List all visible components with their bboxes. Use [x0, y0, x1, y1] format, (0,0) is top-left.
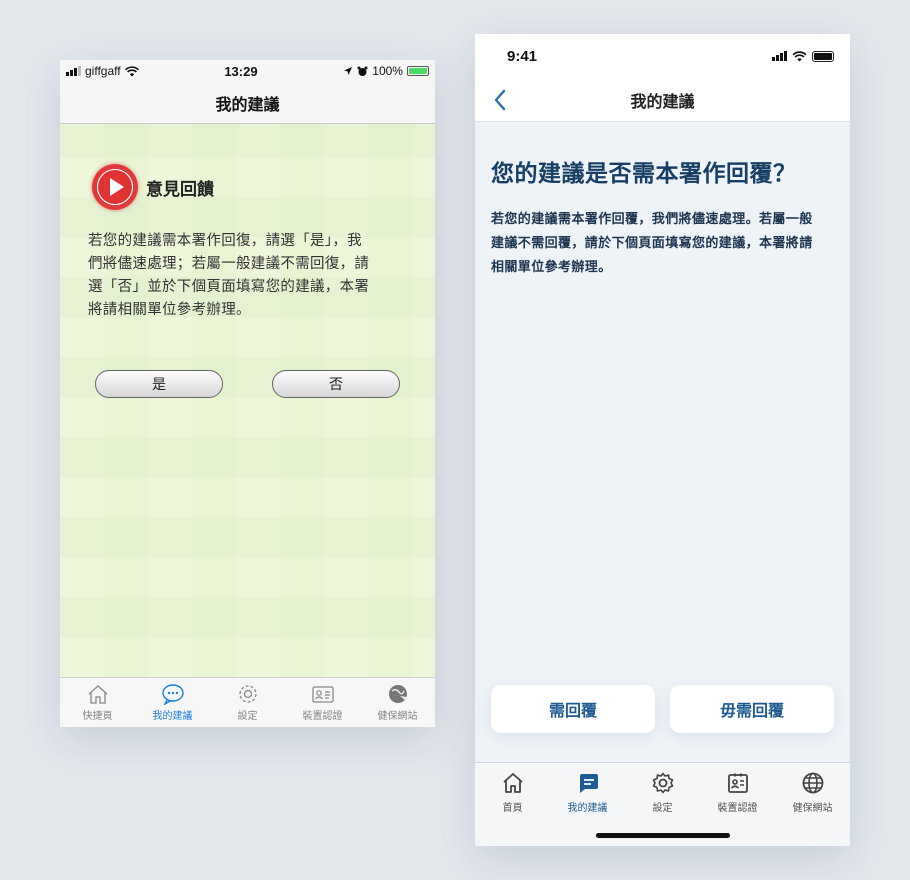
tab-my-suggestion[interactable]: 我的建議	[135, 683, 210, 722]
section-heading: 意見回饋	[92, 164, 214, 210]
no-button[interactable]: 否	[272, 370, 400, 398]
no-reply-button[interactable]: 毋需回覆	[670, 685, 834, 733]
tab-label: 快捷頁	[82, 711, 113, 722]
status-time: 13:29	[224, 63, 258, 79]
globe-icon	[388, 685, 407, 703]
nav-bar: 我的建議	[60, 82, 435, 124]
heading-text: 意見回饋	[146, 179, 214, 200]
description-line: 相關單位參考辦理。	[491, 260, 612, 275]
new-app-screen: 9:41 我的建議 您的建議是否需本署作回覆？ 若您的建議需本署作回覆，我們將儘…	[475, 34, 850, 846]
description-line: 將請相關單位參考辦理。	[88, 302, 251, 318]
tab-label: 裝置認證	[717, 803, 758, 814]
wifi-icon	[124, 65, 139, 76]
battery-percent: 100%	[372, 64, 403, 78]
description-line: 們將儘速處理；若屬一般建議不需回復，請	[88, 256, 370, 272]
tab-home[interactable]: 首頁	[475, 771, 550, 814]
home-icon	[88, 685, 107, 704]
description-line: 建議不需回覆，請於下個頁面填寫您的建議，本署將請	[491, 236, 813, 251]
wifi-icon	[792, 50, 807, 61]
description-line: 若您的建議需本署作回覆，我們將儘速處理。若屬一般	[491, 212, 813, 227]
tab-label: 設定	[652, 803, 673, 814]
tab-nhi-website[interactable]: 健保網站	[360, 683, 435, 722]
back-button[interactable]	[493, 88, 517, 112]
tab-my-suggestion[interactable]: 我的建議	[550, 771, 625, 814]
description-line: 選「否」並於下個頁面填寫您的建議，本署	[88, 279, 370, 295]
status-bar: 9:41	[475, 34, 850, 78]
chat-icon	[161, 684, 184, 705]
yes-button[interactable]: 是	[95, 370, 223, 398]
page-title: 我的建議	[630, 91, 695, 111]
signal-icon	[66, 66, 81, 76]
alarm-icon	[357, 66, 368, 76]
old-app-screen: giffgaff 13:29 100% 我的建議 意見回饋 若您的建議需本署作回…	[60, 60, 435, 727]
tab-bar: 首頁 我的建議 設定 裝置認證 健保網站	[475, 762, 850, 846]
tab-label: 設定	[237, 711, 258, 722]
message-icon	[579, 774, 598, 793]
need-reply-button[interactable]: 需回覆	[491, 685, 655, 733]
tab-device-auth[interactable]: 裝置認證	[285, 683, 360, 722]
carrier-name: giffgaff	[85, 64, 121, 78]
signal-icon	[772, 51, 787, 61]
tab-label: 我的建議	[152, 711, 193, 722]
tab-label: 首頁	[502, 803, 523, 814]
globe-icon	[802, 772, 823, 794]
tab-settings[interactable]: 設定	[625, 771, 700, 814]
id-card-icon	[311, 686, 334, 703]
tab-nhi-website[interactable]: 健保網站	[775, 771, 850, 814]
tab-device-auth[interactable]: 裝置認證	[700, 771, 775, 814]
id-card-icon	[727, 773, 748, 793]
chevron-left-icon	[494, 89, 506, 111]
tab-label: 健保網站	[792, 803, 833, 814]
status-bar: giffgaff 13:29 100%	[60, 60, 435, 82]
content-area: 您的建議是否需本署作回覆？ 若您的建議需本署作回覆，我們將儘速處理。若屬一般 建…	[475, 122, 850, 280]
tab-label: 我的建議	[567, 803, 608, 814]
tab-shortcut[interactable]: 快捷頁	[60, 683, 135, 722]
tab-settings[interactable]: 設定	[210, 683, 285, 722]
tab-bar: 快捷頁 我的建議 設定 裝置認證 健保網站	[60, 677, 435, 727]
home-icon	[502, 773, 523, 793]
description-line: 若您的建議需本署作回復，請選「是」，我	[88, 233, 362, 249]
question-heading: 您的建議是否需本署作回覆？	[491, 161, 797, 187]
home-indicator[interactable]	[596, 833, 730, 838]
description-text: 若您的建議需本署作回復，請選「是」，我 們將儘速處理；若屬一般建議不需回復，請 …	[88, 230, 398, 322]
reply-choice-buttons: 需回覆 毋需回覆	[491, 685, 834, 733]
play-icon	[92, 164, 138, 210]
status-time: 9:41	[507, 47, 538, 65]
tab-label: 健保網站	[377, 711, 418, 722]
gear-icon	[238, 685, 257, 703]
battery-icon	[406, 66, 429, 76]
page-title: 我的建議	[215, 94, 280, 114]
description-text: 若您的建議需本署作回覆，我們將儘速處理。若屬一般 建議不需回覆，請於下個頁面填寫…	[491, 208, 834, 280]
nav-bar: 我的建議	[475, 78, 850, 122]
battery-icon	[812, 50, 834, 62]
gear-icon	[652, 772, 673, 794]
location-icon	[344, 67, 353, 75]
content-area: 意見回饋 若您的建議需本署作回復，請選「是」，我 們將儘速處理；若屬一般建議不需…	[60, 124, 435, 677]
tab-label: 裝置認證	[302, 711, 343, 722]
